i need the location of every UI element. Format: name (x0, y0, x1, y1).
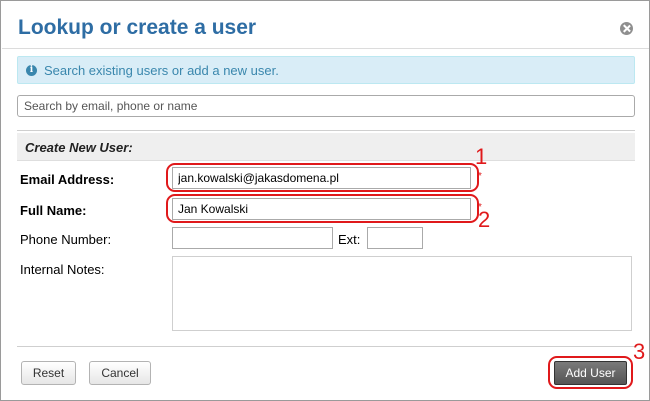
lookup-user-dialog: Lookup or create a user i Search existin… (0, 0, 650, 401)
info-icon: i (26, 65, 37, 76)
info-alert: i Search existing users or add a new use… (17, 56, 635, 84)
annotation-2: 2 (478, 207, 491, 232)
internal-notes-label: Internal Notes: (20, 262, 105, 277)
ext-label: Ext: (338, 232, 361, 247)
annotation-1: 1 (475, 144, 488, 169)
dialog-title: Lookup or create a user (18, 16, 257, 39)
info-text: Search existing users or add a new user. (44, 63, 279, 78)
email-field[interactable] (172, 167, 471, 189)
cancel-button[interactable]: Cancel (89, 361, 151, 385)
email-label: Email Address: (20, 172, 115, 187)
search-input[interactable] (17, 95, 635, 117)
phone-label: Phone Number: (20, 232, 112, 247)
email-required-marker: * (478, 171, 482, 182)
annotation-3: 3 (633, 339, 646, 364)
phone-field[interactable] (172, 227, 333, 249)
footer-divider (17, 346, 635, 347)
internal-notes-field[interactable] (172, 256, 632, 331)
close-icon[interactable] (620, 22, 633, 35)
full-name-field[interactable] (172, 198, 471, 220)
create-user-section-header: Create New User: (17, 133, 635, 161)
title-divider (2, 48, 649, 49)
full-name-label: Full Name: (20, 203, 87, 218)
ext-field[interactable] (367, 227, 423, 249)
add-user-button[interactable]: Add User (554, 361, 627, 385)
section-title: Create New User: (25, 140, 133, 155)
reset-button[interactable]: Reset (21, 361, 76, 385)
section-divider (17, 130, 635, 131)
